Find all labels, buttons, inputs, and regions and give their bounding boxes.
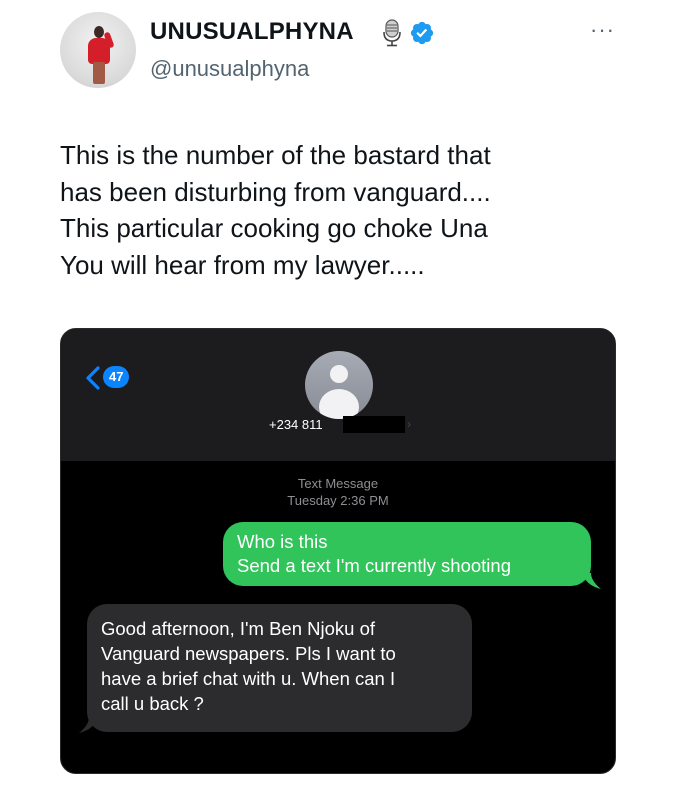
message-date: Tuesday 2:36 PM: [287, 493, 389, 508]
contact-number: +234 811: [269, 417, 323, 432]
incoming-message-line: call u back ?: [101, 693, 204, 714]
imessage-header: 47 +234 811 ›: [61, 329, 615, 461]
tweet-text-line: This is the number of the bastard that: [60, 140, 491, 170]
message-timestamp: Text Message Tuesday 2:36 PM: [61, 475, 615, 509]
chevron-right-icon: ›: [407, 417, 411, 431]
microphone-icon: [383, 19, 401, 47]
contact-avatar-head: [330, 365, 348, 383]
outgoing-bubble-tail: [583, 573, 601, 589]
message-type: Text Message: [297, 476, 379, 491]
tweet-text-line: This particular cooking go choke Una: [60, 213, 488, 243]
incoming-message-line: have a brief chat with u. When can I: [101, 668, 396, 689]
display-name[interactable]: UNUSUALPHYNA: [150, 18, 354, 46]
avatar[interactable]: [60, 12, 136, 88]
tweet-text-line: has been disturbing from vanguard....: [60, 176, 491, 207]
redaction-bar: [343, 416, 405, 433]
avatar-figure-legs: [93, 62, 105, 84]
outgoing-message-bubble: Who is this Send a text I'm currently sh…: [223, 522, 591, 586]
tweet-text-line: You will hear from my lawyer.....: [60, 249, 425, 280]
incoming-bubble-tail: [79, 717, 97, 733]
outgoing-message-line: Send a text I'm currently shooting: [237, 555, 511, 576]
unread-count-badge: 47: [103, 366, 130, 388]
contact-avatar: [305, 351, 373, 419]
more-icon[interactable]: ···: [590, 19, 615, 41]
incoming-message-line: Good afternoon, I'm Ben Njoku of: [101, 618, 375, 639]
avatar-figure-head: [94, 26, 104, 38]
back-chevron-icon: [86, 366, 100, 390]
incoming-message-line: Vanguard newspapers. Pls I want to: [101, 643, 396, 664]
outgoing-message-line: Who is this: [237, 531, 328, 552]
tweet-text: This is the number of the bastard that h…: [60, 137, 640, 283]
author-handle[interactable]: @unusualphyna: [150, 56, 309, 82]
incoming-message-bubble: Good afternoon, I'm Ben Njoku of Vanguar…: [87, 604, 472, 732]
tweet-card: UNUSUALPHYNA @unusualphyna ··· This is t…: [0, 0, 675, 793]
tweet-media-image[interactable]: 47 +234 811 › Text Message Tuesday 2:36 …: [60, 328, 616, 774]
contact-avatar-body: [319, 389, 359, 419]
verified-badge-icon: [410, 21, 434, 45]
